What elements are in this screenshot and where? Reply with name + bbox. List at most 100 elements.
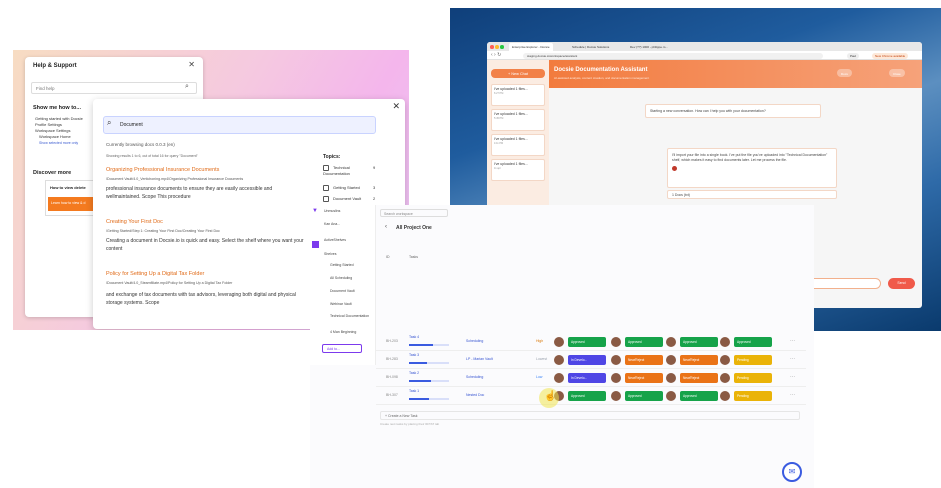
table-row[interactable]: BH-098 Task 2 Scheduling Low ··· In Develo...…: [376, 369, 806, 387]
task-assignee[interactable]: Scheduling: [466, 375, 483, 379]
status-badge[interactable]: New/Reject: [680, 355, 718, 365]
avatar[interactable]: [554, 355, 564, 365]
nav-item[interactable]: Shelves: [324, 252, 336, 256]
avatar[interactable]: [720, 355, 730, 365]
chat-session[interactable]: I've uploaded 1 files... 11 apr: [491, 159, 545, 181]
avatar[interactable]: [720, 391, 730, 401]
update-chip[interactable]: New Chrome available: [872, 52, 909, 59]
back-icon[interactable]: ‹: [385, 224, 387, 230]
browser-tab[interactable]: Enterprise Explorer - Docsie: [509, 43, 553, 51]
avatar[interactable]: [554, 337, 564, 347]
url-field[interactable]: staging.docsie.io/workspace/assistant: [523, 52, 823, 59]
avatar[interactable]: [611, 373, 621, 383]
task-priority[interactable]: Lowest: [536, 357, 547, 361]
nav-item[interactable]: Kan Ana...: [324, 222, 340, 226]
status-badge[interactable]: New/Reject: [680, 373, 718, 383]
status-badge[interactable]: Approved: [568, 337, 606, 347]
close-window-dot[interactable]: [490, 45, 494, 49]
status-badge[interactable]: Pending: [734, 355, 772, 365]
avatar[interactable]: [720, 373, 730, 383]
avatar[interactable]: [666, 373, 676, 383]
help-tree-item[interactable]: Workspace Home: [39, 134, 71, 139]
help-tree-item[interactable]: Profile Settings: [35, 122, 62, 127]
task-name[interactable]: Task 4: [409, 335, 419, 339]
add-to-button[interactable]: Add to...: [322, 344, 362, 353]
status-badge[interactable]: In Develo...: [568, 373, 606, 383]
task-assignee[interactable]: LP - Marian Vault: [466, 357, 493, 361]
more-icon[interactable]: ···: [790, 356, 795, 362]
avatar[interactable]: [611, 391, 621, 401]
status-badge[interactable]: Approved: [625, 337, 663, 347]
chat-session[interactable]: I've uploaded 1 files... 6:27 PM: [491, 84, 545, 106]
workspace-icon[interactable]: [312, 241, 319, 248]
more-icon[interactable]: ···: [790, 338, 795, 344]
help-tree-item[interactable]: Getting started with Docsie: [35, 116, 83, 121]
show-more-link[interactable]: Show selected more only: [39, 141, 78, 145]
status-badge[interactable]: Pending: [734, 373, 772, 383]
new-chat-button[interactable]: + New Chat: [491, 69, 545, 78]
nav-arrows-icon[interactable]: ‹ › ↻: [491, 52, 501, 58]
home-icon[interactable]: ▼: [312, 208, 319, 215]
task-name[interactable]: Task 2: [409, 371, 419, 375]
close-icon[interactable]: ✕: [188, 60, 195, 69]
more-icon[interactable]: ···: [790, 374, 795, 380]
status-badge[interactable]: Approved: [734, 337, 772, 347]
avatar[interactable]: [666, 391, 676, 401]
topic-filter[interactable]: Getting Started: [323, 185, 360, 191]
nav-item[interactable]: Getting Started: [330, 263, 354, 267]
task-priority[interactable]: High: [536, 339, 543, 343]
nav-item[interactable]: ActiveShelves: [324, 238, 346, 242]
nav-item[interactable]: Unmuslins: [324, 209, 340, 213]
chat-fab-icon[interactable]: ✉: [782, 462, 802, 482]
status-badge[interactable]: Approved: [568, 391, 606, 401]
avatar[interactable]: [666, 355, 676, 365]
avatar[interactable]: [720, 337, 730, 347]
nav-item[interactable]: Webinar Vault: [330, 302, 352, 306]
topic-filter[interactable]: Document Vault: [323, 196, 361, 202]
profile-chip[interactable]: Paul: [847, 52, 860, 59]
close-icon[interactable]: ✕: [392, 101, 400, 112]
table-row[interactable]: BH-283 Task 3 LP - Marian Vault Lowest ··· In…: [376, 351, 806, 369]
nav-item[interactable]: 4 Man Beginning: [330, 330, 356, 334]
search-input[interactable]: Document: [103, 116, 376, 134]
status-badge[interactable]: Approved: [625, 391, 663, 401]
chat-session[interactable]: I've uploaded 1 files... 5:45 PM: [491, 109, 545, 131]
close-button[interactable]: Close: [889, 69, 905, 77]
status-badge[interactable]: New/Reject: [625, 355, 663, 365]
status-badge[interactable]: Pending: [734, 391, 772, 401]
browser-tab[interactable]: Dev (??) 1000 - philippe.m...: [627, 43, 671, 51]
search-input[interactable]: Search workspace: [380, 209, 448, 217]
minimize-window-dot[interactable]: [495, 45, 499, 49]
column-header[interactable]: Tasks: [409, 255, 418, 259]
status-badge[interactable]: Approved: [680, 337, 718, 347]
avatar[interactable]: [666, 337, 676, 347]
task-priority[interactable]: Low: [536, 375, 542, 379]
maximize-window-dot[interactable]: [500, 45, 504, 49]
chat-session[interactable]: I've uploaded 1 files... 4:11 PM: [491, 134, 545, 156]
send-button[interactable]: Send: [888, 278, 915, 289]
column-header[interactable]: ID: [386, 255, 390, 259]
status-badge[interactable]: Approved: [680, 391, 718, 401]
nav-item[interactable]: Technical Documentation: [330, 314, 369, 318]
status-badge[interactable]: In Develo...: [568, 355, 606, 365]
checkbox[interactable]: [323, 196, 329, 202]
task-name[interactable]: Task 1: [409, 389, 419, 393]
more-icon[interactable]: ···: [790, 392, 795, 398]
checkbox[interactable]: [323, 185, 329, 191]
avatar[interactable]: [611, 355, 621, 365]
task-name[interactable]: Task 3: [409, 353, 419, 357]
task-assignee[interactable]: Scheduling: [466, 339, 483, 343]
create-task-input[interactable]: + Create a New Task: [380, 411, 800, 420]
help-search-input[interactable]: Find help: [31, 82, 197, 94]
result-title[interactable]: Creating Your First Doc: [106, 219, 163, 225]
avatar[interactable]: [611, 337, 621, 347]
result-title[interactable]: Policy for Setting Up a Digital Tax Fold…: [106, 271, 204, 277]
nav-item[interactable]: Document Vault: [330, 289, 355, 293]
nav-item[interactable]: All Scheduling: [330, 276, 352, 280]
topic-filter[interactable]: Technical Documentation: [323, 165, 371, 176]
result-title[interactable]: Organizing Professional Insurance Docume…: [106, 167, 219, 173]
task-assignee[interactable]: Nested Doc: [466, 393, 484, 397]
docs-button[interactable]: Docs: [837, 69, 852, 77]
attachment-link[interactable]: 1 Docs (txt): [667, 190, 837, 199]
status-badge[interactable]: New/Reject: [625, 373, 663, 383]
